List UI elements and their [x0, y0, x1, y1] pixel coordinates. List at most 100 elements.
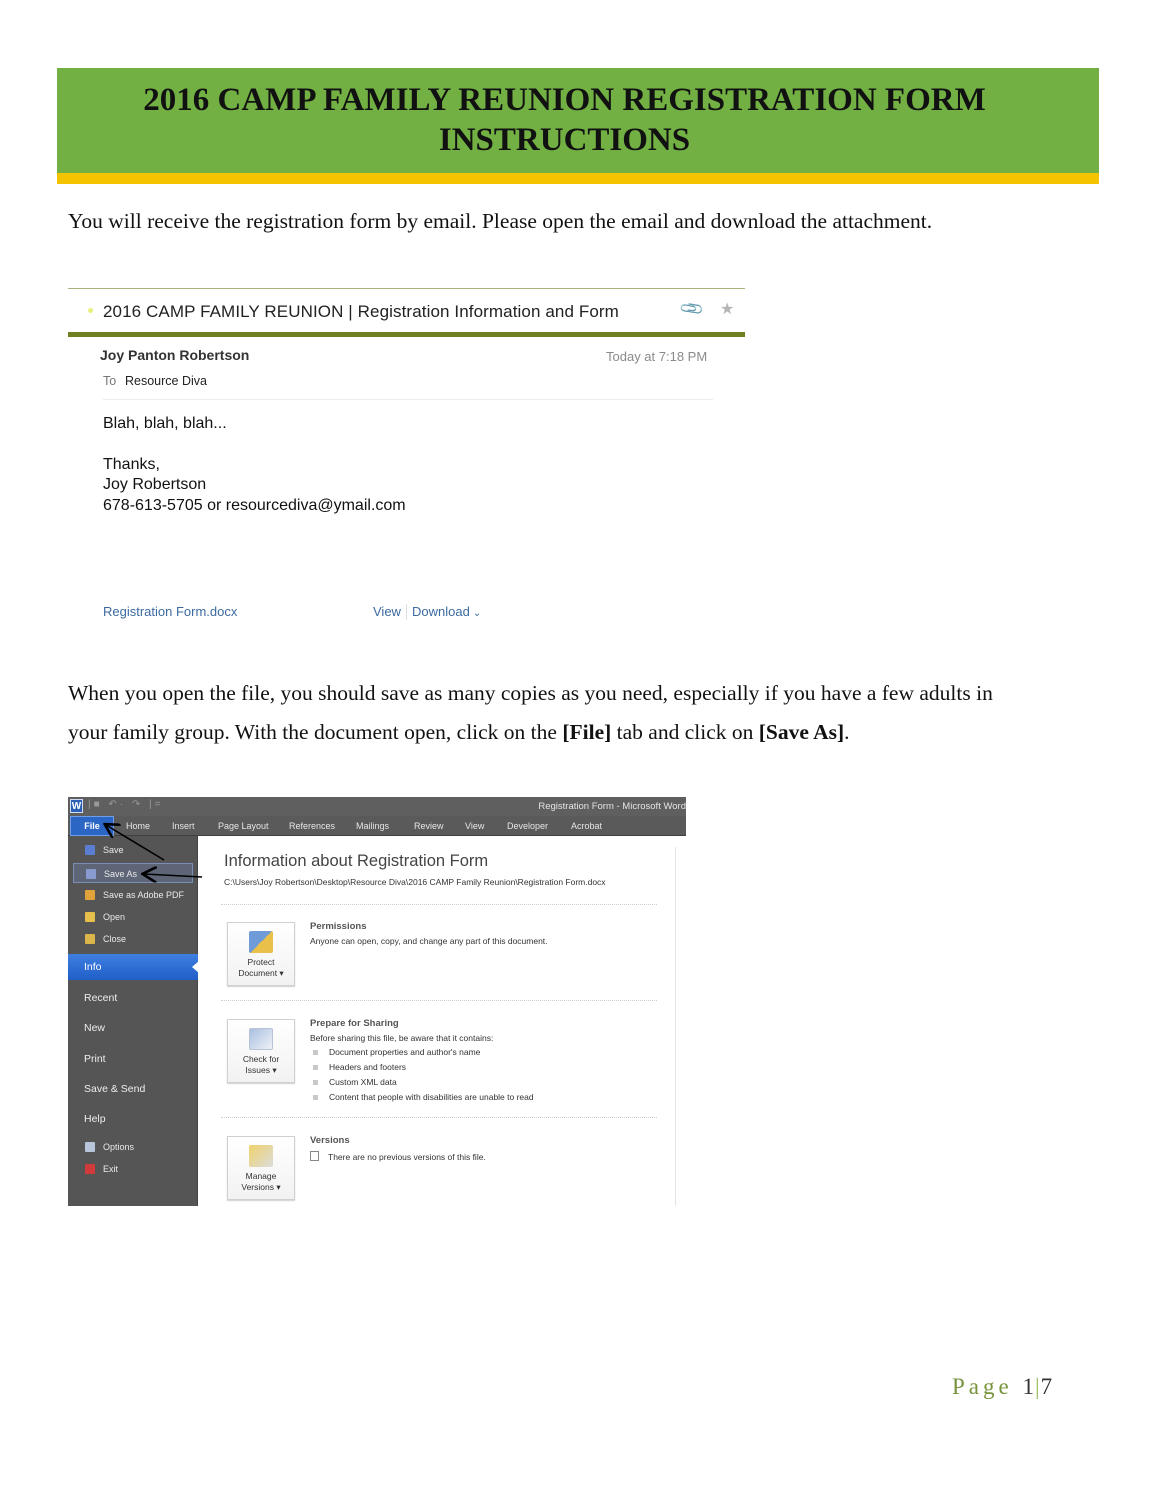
manage-versions-button[interactable]: Manage Versions ▾ [227, 1136, 295, 1200]
email-body-line: Blah, blah, blah... [103, 415, 227, 432]
view-link[interactable]: View [373, 604, 401, 619]
menu-new[interactable]: New [68, 1015, 196, 1041]
tab-review[interactable]: Review [414, 821, 444, 831]
email-timestamp: Today at 7:18 PM [606, 349, 708, 364]
email-body-line: Joy Robertson [103, 476, 207, 493]
menu-label: Save [103, 845, 124, 855]
file-emphasis: [File] [562, 720, 612, 744]
download-label: Download [412, 604, 470, 619]
versions-text: There are no previous versions of this f… [328, 1152, 486, 1162]
menu-label: Options [103, 1142, 135, 1152]
divider [103, 399, 713, 400]
button-label: Versions ▾ [241, 1182, 281, 1192]
page-separator: | [1034, 1374, 1040, 1399]
window-title: Registration Form - Microsoft Word [538, 801, 686, 812]
instruction-paragraph-1: You will receive the registration form b… [68, 209, 933, 233]
button-label: Document ▾ [238, 968, 284, 978]
word-titlebar: W |■ ↶· ↷ |= Registration Form - Microso… [68, 797, 686, 816]
bullet-text: Content that people with disabilities ar… [329, 1092, 534, 1102]
versions-text-row: There are no previous versions of this f… [310, 1151, 486, 1162]
inspect-document-icon [249, 1028, 273, 1050]
permissions-title: Permissions [310, 921, 367, 932]
menu-label: Save As [104, 869, 138, 879]
banner-stripe [57, 173, 1099, 184]
tab-insert[interactable]: Insert [172, 821, 195, 831]
versions-title: Versions [310, 1135, 350, 1146]
pdf-icon [85, 890, 95, 900]
tab-page-layout[interactable]: Page Layout [218, 821, 269, 831]
info-title: Information about Registration Form [224, 852, 489, 870]
menu-help[interactable]: Help [68, 1106, 196, 1132]
menu-label: Save as Adobe PDF [103, 890, 185, 900]
page-total: 7 [1040, 1374, 1053, 1399]
divider [675, 847, 676, 1206]
save-as-emphasis: [Save As] [758, 720, 845, 744]
page-title-line2: INSTRUCTIONS [438, 122, 691, 158]
options-icon [85, 1142, 95, 1152]
menu-label: Close [103, 934, 127, 944]
tab-developer[interactable]: Developer [507, 821, 548, 831]
ribbon-tabs: File Home Insert Page Layout References … [68, 816, 686, 836]
tab-mailings[interactable]: Mailings [356, 821, 389, 831]
tab-references[interactable]: References [289, 821, 335, 831]
menu-save-send[interactable]: Save & Send [68, 1076, 196, 1102]
button-label: Protect [247, 957, 275, 967]
email-body-line: 678-613-5705 or resourcediva@ymail.com [103, 496, 406, 514]
page-label: Page [952, 1374, 1013, 1399]
save-icon [85, 845, 95, 855]
protect-document-button[interactable]: Protect Document ▾ [227, 922, 295, 986]
permissions-text: Anyone can open, copy, and change any pa… [310, 936, 548, 946]
document-icon [310, 1151, 319, 1161]
check-for-issues-button[interactable]: Check for Issues ▾ [227, 1019, 295, 1083]
email-screenshot: 2016 CAMP FAMILY REUNION | Registration … [68, 288, 745, 628]
versions-icon [249, 1145, 273, 1167]
attachment-link[interactable]: Registration Form.docx [103, 604, 237, 619]
word-logo-icon: W [70, 799, 83, 813]
button-label: Manage [245, 1171, 277, 1181]
menu-options[interactable]: Options [73, 1137, 193, 1157]
bullet-text: Custom XML data [329, 1077, 397, 1087]
tab-acrobat[interactable]: Acrobat [571, 821, 602, 831]
button-label: Check for [242, 1054, 280, 1064]
paperclip-icon: 📎 [679, 296, 706, 323]
email-to-label: To [103, 374, 117, 388]
chevron-down-icon: ⌄ [472, 608, 482, 619]
download-button[interactable]: Download ⌄ [412, 604, 481, 619]
divider [221, 904, 657, 905]
tab-file[interactable]: File [70, 816, 114, 836]
menu-label: Exit [103, 1164, 119, 1174]
divider [406, 604, 407, 620]
button-label: Issues ▾ [245, 1065, 277, 1075]
menu-save[interactable]: Save [73, 840, 193, 860]
divider [221, 1000, 657, 1001]
email-recipient: Resource Diva [125, 374, 207, 388]
star-icon[interactable]: ★ [720, 299, 734, 319]
text: . [844, 720, 850, 744]
menu-print[interactable]: Print [68, 1046, 196, 1072]
email-body-line: Thanks, [103, 455, 160, 473]
quick-access-toolbar: |■ ↶· ↷ |= [88, 799, 164, 810]
bullet-text: Document properties and author's name [329, 1047, 481, 1057]
lock-key-icon [249, 931, 273, 953]
menu-save-as[interactable]: Save As [73, 863, 193, 883]
instruction-paragraph-2: When you open the file, you should save … [68, 674, 993, 752]
email-body: Blah, blah, blah... Thanks, Joy Robertso… [103, 414, 406, 516]
email-subject: 2016 CAMP FAMILY REUNION | Registration … [103, 302, 619, 321]
menu-close[interactable]: Close [73, 929, 193, 949]
menu-info[interactable]: Info [68, 954, 199, 980]
menu-save-as-pdf[interactable]: Save as Adobe PDF [73, 885, 193, 905]
tab-view[interactable]: View [465, 821, 484, 831]
close-folder-icon [85, 934, 95, 944]
tab-home[interactable]: Home [126, 821, 150, 831]
exit-icon [85, 1164, 95, 1174]
menu-open[interactable]: Open [73, 907, 193, 927]
menu-recent[interactable]: Recent [68, 985, 196, 1011]
sharing-title: Prepare for Sharing [310, 1018, 399, 1029]
file-menu: Save Save As Save as Adobe PDF Open Clos… [68, 836, 199, 1206]
email-sender: Joy Panton Robertson [100, 347, 250, 363]
paragraph-line: your family group. With the document ope… [68, 713, 993, 752]
page-title: 2016 CAMP FAMILY REUNION REGISTRATION FO… [57, 80, 1072, 160]
text: tab and click on [611, 720, 759, 744]
menu-exit[interactable]: Exit [73, 1159, 193, 1179]
word-screenshot: W |■ ↶· ↷ |= Registration Form - Microso… [68, 797, 686, 1206]
